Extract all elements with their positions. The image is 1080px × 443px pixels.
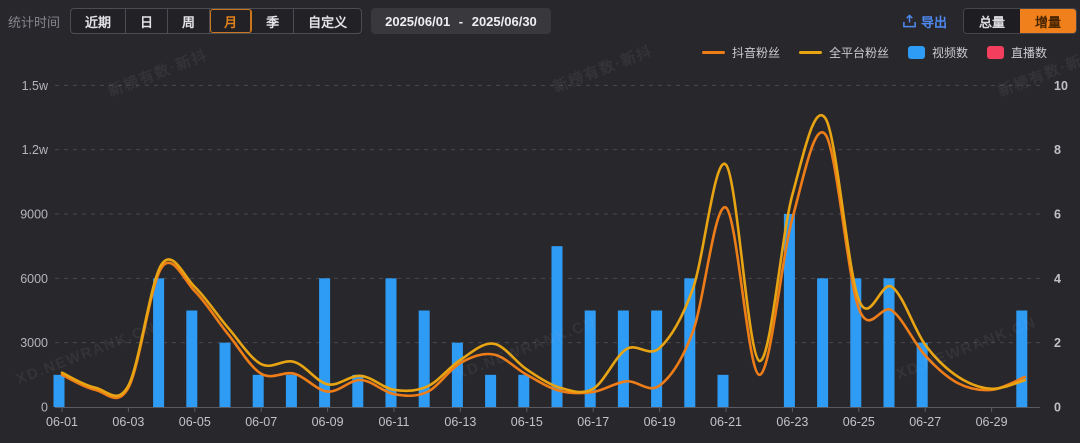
bar-视频数-06-09 (319, 278, 331, 407)
x-axis-tick-label: 06-01 (46, 415, 78, 429)
right-axis-tick-label: 4 (1054, 272, 1061, 286)
period-button-季[interactable]: 季 (252, 9, 295, 33)
left-axis-tick-label: 3000 (20, 336, 48, 350)
legend-label: 视频数 (931, 46, 968, 60)
line-series-全平台粉丝 (60, 114, 1027, 398)
x-axis-tick-label: 06-25 (843, 415, 875, 429)
right-axis-tick-label: 6 (1054, 207, 1061, 221)
period-button-group: 近期日周月季自定义 (70, 8, 363, 34)
bar-视频数-06-01 (53, 374, 65, 407)
total-increment-toggle: 总量 增量 (962, 8, 1077, 34)
bar-视频数-06-24 (817, 278, 829, 407)
stat-time-label: 统计时间 (8, 14, 61, 30)
x-axis: 06-01 06-03 06-05 06-07 06-09 06-11 06-13 06-15… (46, 407, 1008, 429)
line-series-抖音粉丝 (60, 131, 1027, 400)
x-axis-tick-label: 06-19 (644, 415, 676, 429)
left-axis-tick-label: 1.2w (22, 143, 49, 157)
left-axis-tick-label: 9000 (20, 207, 48, 221)
legend-label: 全平台粉丝 (828, 46, 889, 60)
bar-视频数-06-30 (1016, 310, 1028, 407)
chart-legend: 抖音粉丝 全平台粉丝 视频数 直播数 (701, 44, 1047, 61)
bar-视频数-06-23 (783, 213, 795, 407)
x-axis-tick-label: 06-11 (378, 415, 409, 429)
x-axis-tick-label: 06-09 (312, 415, 344, 429)
period-button-自定义[interactable]: 自定义 (294, 9, 361, 33)
export-button[interactable]: 导出 (902, 12, 947, 31)
legend-item-全平台粉丝[interactable]: 全平台粉丝 (798, 44, 889, 61)
line-swatch-icon (798, 51, 822, 54)
axis-labels: 0 0 3000 2 6000 4 9000 6 1.2w 8 1.5w 10 (20, 79, 1068, 415)
period-button-周[interactable]: 周 (168, 9, 211, 33)
legend-label: 直播数 (1010, 46, 1047, 60)
toggle-option-增量[interactable]: 增量 (1019, 9, 1076, 33)
legend-item-抖音粉丝[interactable]: 抖音粉丝 (701, 44, 780, 61)
x-axis-tick-label: 06-29 (976, 415, 1008, 429)
x-axis-tick-label: 06-05 (179, 415, 211, 429)
bar-视频数-06-21 (717, 374, 729, 407)
right-axis-tick-label: 10 (1054, 79, 1068, 93)
date-range-picker[interactable]: 2025/06/01 - 2025/06/30 (371, 8, 551, 34)
download-icon (903, 14, 916, 27)
legend-item-直播数[interactable]: 直播数 (986, 44, 1047, 61)
bar-视频数-06-19 (651, 310, 663, 407)
export-label: 导出 (920, 14, 947, 30)
bar-视频数-06-26 (883, 278, 895, 407)
x-axis-tick-label: 06-21 (710, 415, 742, 429)
x-axis-tick-label: 06-17 (577, 415, 609, 429)
bar-swatch-icon (907, 46, 925, 59)
right-axis-tick-label: 0 (1054, 401, 1061, 415)
toolbar: 统计时间 近期日周月季自定义 2025/06/01 - 2025/06/30 导… (0, 7, 1080, 35)
bar-视频数-06-13 (451, 342, 463, 407)
line-swatch-icon (701, 51, 725, 54)
bar-视频数-06-14 (485, 374, 497, 407)
x-axis-tick-label: 06-03 (112, 415, 144, 429)
legend-item-视频数[interactable]: 视频数 (907, 44, 968, 61)
bar-视频数-06-16 (551, 246, 563, 407)
bar-视频数-06-05 (186, 310, 198, 407)
period-button-月[interactable]: 月 (210, 9, 253, 33)
bar-视频数-06-08 (285, 374, 297, 407)
right-axis-tick-label: 8 (1054, 143, 1061, 157)
period-button-近期[interactable]: 近期 (71, 9, 127, 33)
left-axis-tick-label: 6000 (20, 272, 48, 286)
left-axis-tick-label: 0 (41, 401, 48, 415)
x-axis-tick-label: 06-15 (511, 415, 543, 429)
legend-label: 抖音粉丝 (731, 46, 780, 60)
bar-视频数-06-06 (219, 342, 231, 407)
x-axis-tick-label: 06-13 (444, 415, 476, 429)
x-axis-tick-label: 06-23 (776, 415, 808, 429)
bar-视频数-06-15 (518, 374, 530, 407)
bar-swatch-icon (986, 46, 1004, 59)
bar-视频数-06-18 (617, 310, 629, 407)
period-button-日[interactable]: 日 (126, 9, 169, 33)
left-axis-tick-label: 1.5w (22, 79, 49, 93)
fans-trend-combo-chart[interactable]: 0 03000 26000 49000 61.2w 81.5w 1006-01 06-03 06… (0, 0, 1080, 443)
right-axis-tick-label: 2 (1054, 336, 1061, 350)
bar-视频数-06-04 (153, 278, 165, 407)
x-axis-tick-label: 06-27 (909, 415, 941, 429)
x-axis-tick-label: 06-07 (245, 415, 277, 429)
bar-视频数-06-07 (252, 374, 264, 407)
toggle-option-总量[interactable]: 总量 (963, 9, 1020, 33)
